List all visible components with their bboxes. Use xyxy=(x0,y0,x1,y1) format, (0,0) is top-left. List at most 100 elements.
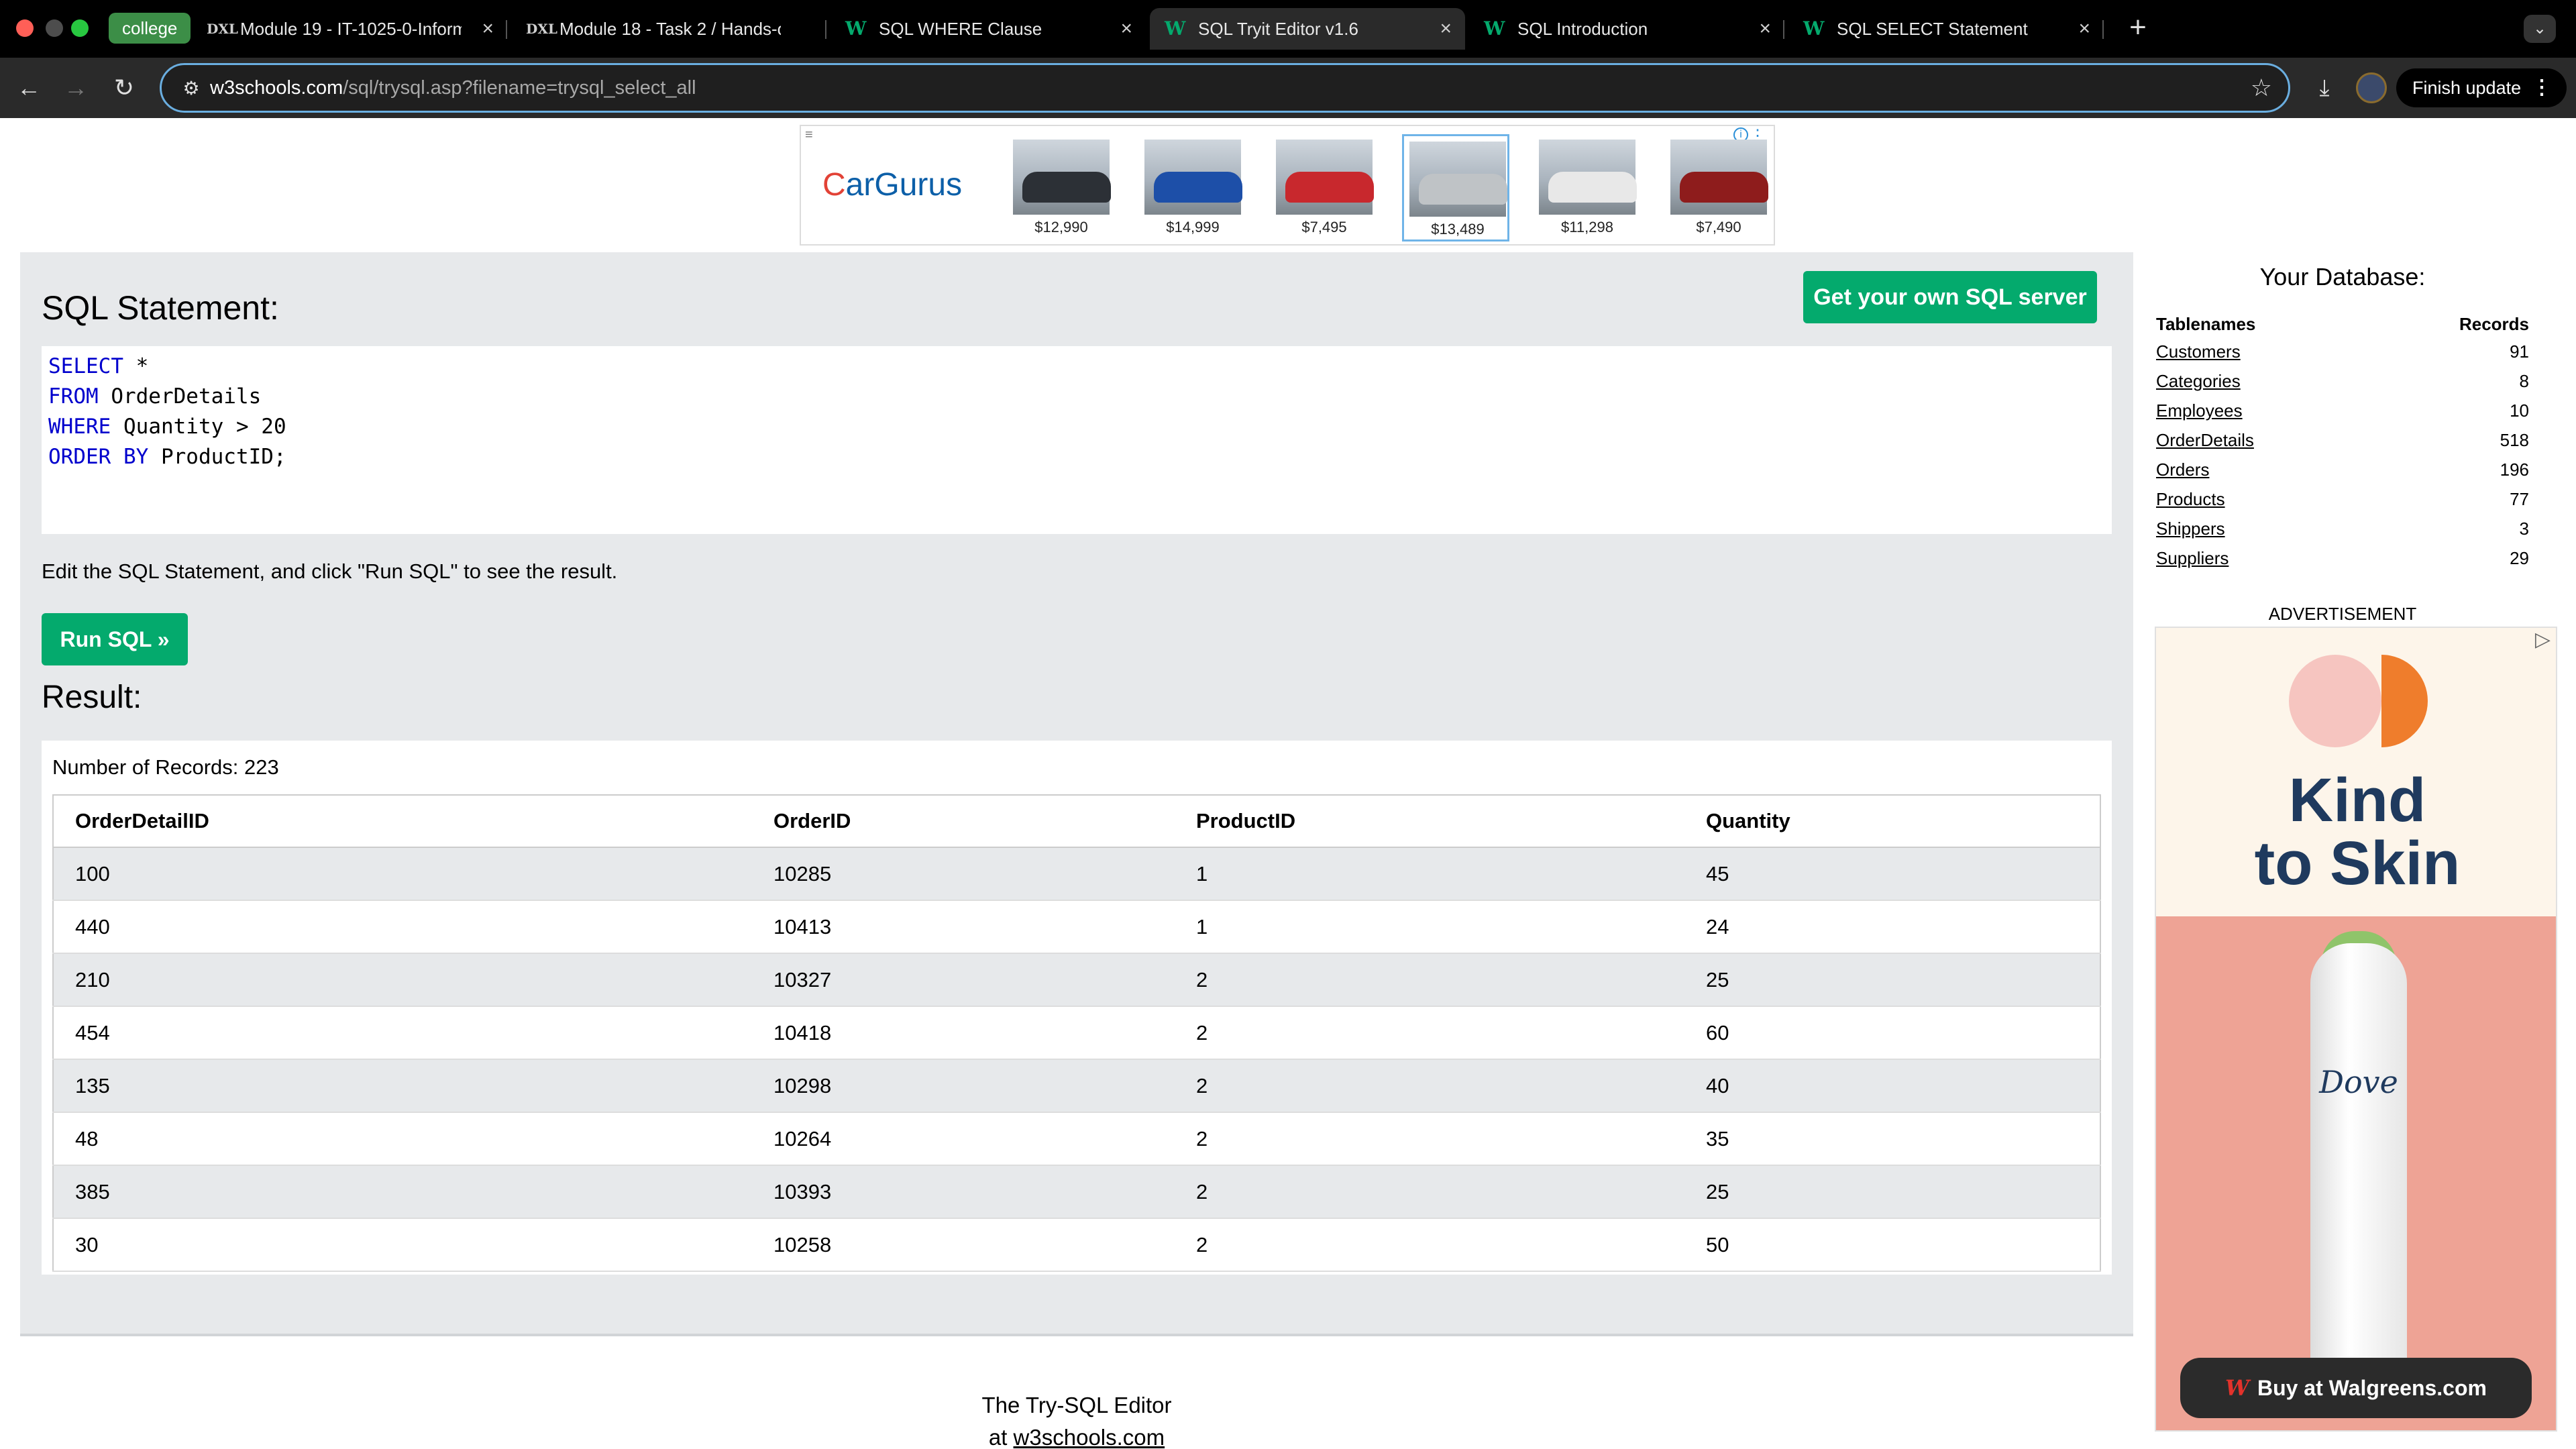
cargurus-ad-banner[interactable]: ≡ CarGurus i ⋮ $12,990 $14,999 $7,495 $13,4… xyxy=(800,125,1775,246)
tab-sql-where[interactable]: W SQL WHERE Clause × xyxy=(830,8,1146,50)
car-listing[interactable]: $14,999 xyxy=(1139,134,1246,241)
db-record-count: 3 xyxy=(2519,518,2529,539)
close-icon[interactable]: × xyxy=(1759,8,1771,50)
bookmark-star-icon[interactable]: ☆ xyxy=(2251,73,2272,103)
download-icon[interactable]: ⤓ xyxy=(2308,71,2341,105)
tab-title: Module 18 - Task 2 / Hands-o xyxy=(559,19,781,39)
footer-prefix: at xyxy=(988,1425,1014,1449)
car-price: $7,490 xyxy=(1696,219,1741,235)
db-record-count: 29 xyxy=(2510,547,2529,568)
forward-arrow-icon[interactable]: → xyxy=(58,70,94,106)
table-row: 385 10393 2 25 xyxy=(53,1165,2100,1219)
db-table-name-cell: Categories xyxy=(2156,366,2375,396)
sql-code-editor[interactable]: SELECT * FROM OrderDetails WHERE Quantity … xyxy=(42,346,2112,534)
sql-statement-heading: SQL Statement: xyxy=(42,289,279,327)
tab-module-18[interactable]: DXL Module 18 - Task 2 / Hands-o xyxy=(511,8,826,50)
logo-letter: C xyxy=(822,167,846,203)
tryit-editor-panel: SQL Statement: Get your own SQL server S… xyxy=(20,252,2133,1336)
product-brand: Dove xyxy=(2319,1064,2398,1100)
ad-choices-icon[interactable]: ▷ xyxy=(2535,628,2551,651)
car-price: $12,990 xyxy=(1034,219,1088,235)
tab-sql-introduction[interactable]: W SQL Introduction × xyxy=(1469,8,1784,50)
tab-sql-select[interactable]: W SQL SELECT Statement × xyxy=(1788,8,2104,50)
new-tab-button[interactable]: + xyxy=(2117,8,2159,50)
url-text[interactable]: w3schools.com/sql/trysql.asp?filename=tr… xyxy=(210,65,696,111)
dove-side-ad[interactable]: ▷ Kind to Skin Dove W Buy at Walgreens.co… xyxy=(2155,627,2557,1432)
table-cell: 10327 xyxy=(752,953,1175,1007)
car-listing[interactable]: $12,990 xyxy=(1008,134,1115,241)
ad-headline-line: to Skin xyxy=(2254,829,2461,898)
column-header: ProductID xyxy=(1175,795,1684,848)
table-cell: 2 xyxy=(1175,1165,1684,1219)
db-table-link-orderdetails[interactable]: OrderDetails xyxy=(2156,430,2254,450)
tab-separator xyxy=(506,20,507,39)
table-cell: 2 xyxy=(1175,953,1684,1007)
db-table-link-customers[interactable]: Customers xyxy=(2156,341,2241,362)
address-bar[interactable]: ⚙ w3schools.com/sql/trysql.asp?filename=… xyxy=(160,63,2290,113)
table-header-row: OrderDetailID OrderID ProductID Quantity xyxy=(53,795,2100,848)
back-arrow-icon[interactable]: ← xyxy=(11,70,47,106)
tab-group-label[interactable]: college xyxy=(109,13,191,44)
db-table-name-cell: Customers xyxy=(2156,337,2375,366)
minimize-window-button[interactable] xyxy=(46,19,63,37)
tab-title: SQL WHERE Clause xyxy=(879,19,1042,39)
cargurus-logo[interactable]: CarGurus xyxy=(822,166,962,203)
table-cell: 2 xyxy=(1175,1059,1684,1113)
record-count: Number of Records: 223 xyxy=(52,755,279,779)
db-record-count: 91 xyxy=(2510,341,2529,362)
code-line: FROM OrderDetails xyxy=(48,382,2105,412)
finish-update-button[interactable]: Finish update ⋮ xyxy=(2396,68,2567,107)
car-listing[interactable]: $7,490 xyxy=(1665,134,1772,241)
tab-separator xyxy=(2102,20,2104,39)
footer-title: The Try-SQL Editor xyxy=(981,1393,1172,1417)
car-listing[interactable]: $13,489 xyxy=(1402,134,1509,241)
db-record-count: 10 xyxy=(2510,400,2529,421)
more-menu-icon[interactable]: ⋮ xyxy=(2532,68,2552,107)
table-cell: 1 xyxy=(1175,847,1684,901)
tab-module-19[interactable]: DXL Module 19 - IT-1025-0-Inform × xyxy=(192,8,507,50)
instruction-text: Edit the SQL Statement, and click "Run S… xyxy=(42,559,618,583)
buy-at-walgreens-button[interactable]: W Buy at Walgreens.com xyxy=(2180,1358,2532,1418)
table-cell: 10393 xyxy=(752,1165,1175,1219)
close-icon[interactable]: × xyxy=(1440,8,1452,50)
db-table-row: Customers 91 xyxy=(2156,337,2529,366)
product-can-image xyxy=(2310,943,2407,1373)
table-cell: 10413 xyxy=(752,900,1175,954)
run-sql-button[interactable]: Run SQL » xyxy=(42,613,188,665)
tab-title: SQL Tryit Editor v1.6 xyxy=(1198,19,1358,39)
column-header: OrderDetailID xyxy=(53,795,752,848)
cta-label: Buy at Walgreens.com xyxy=(2257,1376,2487,1400)
get-own-sql-server-button[interactable]: Get your own SQL server xyxy=(1803,271,2097,323)
code-line: ORDER BY ProductID; xyxy=(48,442,2105,472)
close-icon[interactable]: × xyxy=(2078,8,2090,50)
close-icon[interactable]: × xyxy=(1120,8,1132,50)
ad-menu-icon[interactable]: ≡ xyxy=(805,127,813,143)
w3schools-link[interactable]: w3schools.com xyxy=(1014,1425,1165,1449)
table-cell: 25 xyxy=(1684,1165,2100,1219)
table-cell: 440 xyxy=(53,900,752,954)
site-info-icon[interactable]: ⚙ xyxy=(178,75,205,102)
db-table-link-categories[interactable]: Categories xyxy=(2156,371,2241,391)
tab-sql-tryit-editor[interactable]: W SQL Tryit Editor v1.6 × xyxy=(1150,8,1465,50)
w3schools-icon: W xyxy=(845,17,867,40)
reload-icon[interactable]: ↻ xyxy=(106,70,142,106)
dxl-icon: DXL xyxy=(526,21,557,37)
db-table-link-orders[interactable]: Orders xyxy=(2156,460,2209,480)
table-cell: 10298 xyxy=(752,1059,1175,1113)
close-window-button[interactable] xyxy=(16,19,34,37)
maximize-window-button[interactable] xyxy=(71,19,89,37)
db-table-link-suppliers[interactable]: Suppliers xyxy=(2156,548,2229,568)
close-icon[interactable]: × xyxy=(482,8,494,50)
tab-search-chevron-icon[interactable]: ⌄ xyxy=(2524,15,2556,43)
db-table-row: Products 77 xyxy=(2156,484,2529,514)
table-row: 440 10413 1 24 xyxy=(53,900,2100,954)
db-table-link-shippers[interactable]: Shippers xyxy=(2156,519,2225,539)
profile-avatar[interactable] xyxy=(2356,72,2387,103)
car-listing[interactable]: $7,495 xyxy=(1271,134,1378,241)
table-row: 48 10264 2 35 xyxy=(53,1112,2100,1166)
car-listing[interactable]: $11,298 xyxy=(1534,134,1641,241)
db-table-link-employees[interactable]: Employees xyxy=(2156,400,2243,421)
table-cell: 10418 xyxy=(752,1006,1175,1060)
db-table-row: Categories 8 xyxy=(2156,366,2529,396)
db-table-link-products[interactable]: Products xyxy=(2156,489,2225,509)
